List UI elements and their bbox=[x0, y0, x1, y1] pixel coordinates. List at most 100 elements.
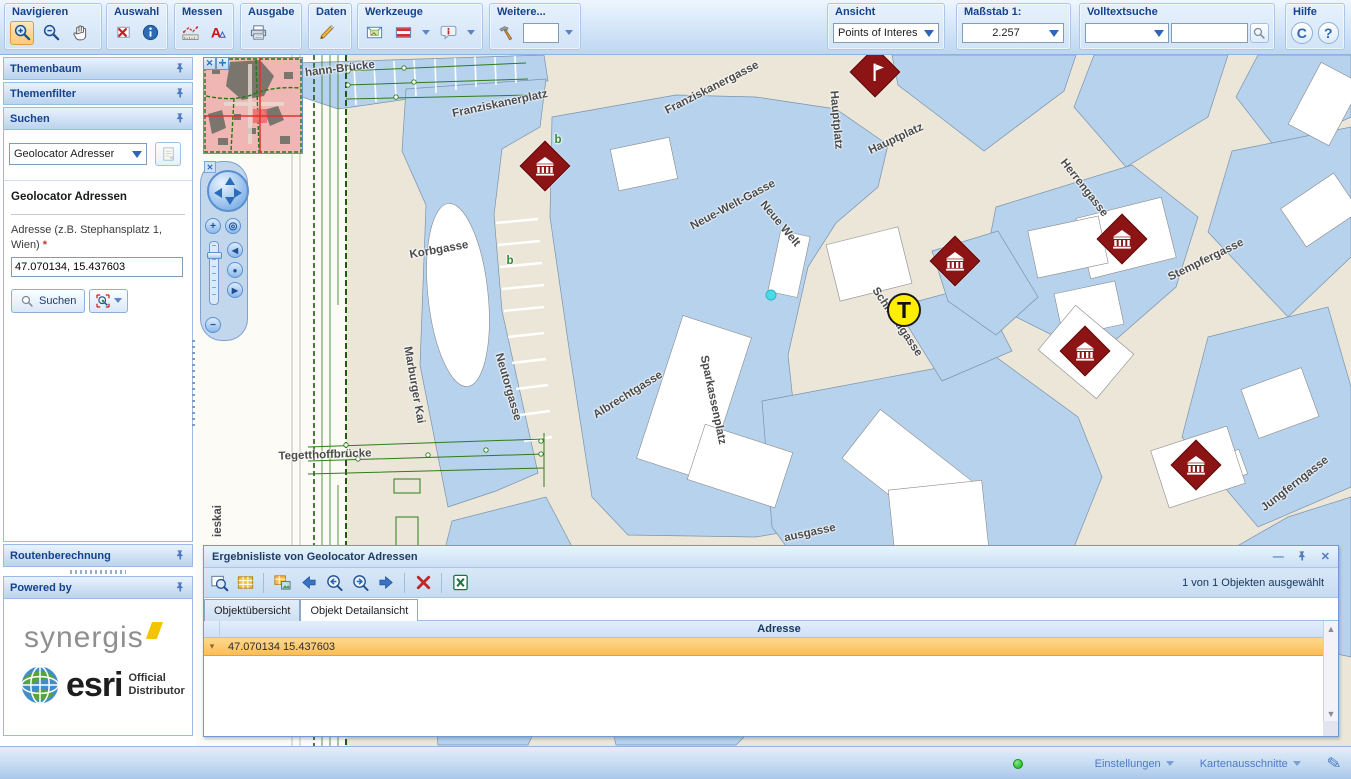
fulltext-category-select[interactable] bbox=[1085, 23, 1169, 43]
map-tip-button[interactable] bbox=[437, 21, 461, 45]
pan-east-icon[interactable] bbox=[234, 188, 242, 198]
tools-button[interactable] bbox=[495, 21, 518, 45]
overview-close-button[interactable]: ✕ bbox=[203, 57, 216, 70]
group-label: Hilfe bbox=[1286, 4, 1344, 18]
taxi-marker[interactable]: T bbox=[887, 293, 921, 327]
column-header-adresse[interactable]: Adresse bbox=[220, 621, 1338, 637]
view-select[interactable]: Points of Interes bbox=[833, 23, 939, 43]
table-and-map-button[interactable] bbox=[271, 572, 293, 594]
sidebar-item-themenbaum[interactable]: Themenbaum bbox=[3, 57, 193, 80]
measure-button[interactable] bbox=[180, 21, 202, 45]
sidebar-item-themenfilter[interactable]: Themenfilter bbox=[3, 82, 193, 105]
edit-data-button[interactable] bbox=[314, 21, 338, 45]
copyright-button[interactable]: C bbox=[1291, 22, 1313, 44]
zoom-next-object-button[interactable] bbox=[349, 572, 371, 594]
group-ansicht: Ansicht Points of Interes bbox=[827, 3, 945, 50]
tab-objekt-detailansicht[interactable]: Objekt Detailansicht bbox=[300, 599, 418, 621]
scale-combobox[interactable]: 2.257 bbox=[962, 23, 1064, 43]
remove-result-button[interactable] bbox=[412, 572, 434, 594]
pin-icon[interactable] bbox=[175, 582, 186, 593]
overview-map[interactable]: ✕ ✛ bbox=[203, 57, 303, 154]
address-input[interactable] bbox=[11, 257, 183, 277]
results-title-bar[interactable]: Ergebnisliste von Geolocator Adressen — … bbox=[204, 546, 1338, 568]
search-type-select[interactable]: Geolocator Adresser bbox=[9, 143, 147, 165]
export-excel-button[interactable] bbox=[449, 572, 471, 594]
map-tip-dropdown-button[interactable] bbox=[465, 22, 477, 44]
row-expander-icon[interactable]: ▾ bbox=[204, 641, 220, 652]
pin-icon[interactable] bbox=[175, 88, 186, 99]
fulltext-search-button[interactable] bbox=[1250, 23, 1269, 43]
powered-by-panel: synergis esri OfficialDistributor bbox=[3, 599, 193, 736]
last-object-button[interactable] bbox=[375, 572, 397, 594]
table-row[interactable]: ▾ 47.070134 15.437603 bbox=[204, 638, 1324, 656]
show-table-button[interactable] bbox=[234, 572, 256, 594]
panel-drag-handle[interactable] bbox=[70, 570, 126, 574]
zoom-in-button[interactable] bbox=[10, 21, 34, 45]
pan-button[interactable] bbox=[68, 21, 92, 45]
sidebar-item-suchen[interactable]: Suchen bbox=[3, 107, 193, 130]
scroll-up-icon[interactable]: ▲ bbox=[1324, 621, 1338, 636]
overview-move-button[interactable]: ✛ bbox=[216, 57, 229, 70]
group-navigieren: Navigieren bbox=[4, 3, 102, 50]
pin-icon[interactable] bbox=[175, 113, 186, 124]
weitere-dropdown-button[interactable] bbox=[564, 22, 575, 44]
identify-button[interactable] bbox=[140, 21, 163, 45]
language-dropdown-button[interactable] bbox=[420, 22, 432, 44]
zoom-in-icon bbox=[13, 23, 32, 42]
pan-compass[interactable] bbox=[207, 170, 249, 212]
zoom-to-selection-button[interactable] bbox=[208, 572, 230, 594]
close-icon[interactable]: ✕ bbox=[1321, 550, 1330, 563]
tab-label: Objekt Detailansicht bbox=[310, 605, 408, 617]
fulltext-search-input[interactable] bbox=[1171, 23, 1248, 43]
send-map-button[interactable] bbox=[363, 21, 387, 45]
search-type-value: Geolocator Adresser bbox=[14, 148, 114, 160]
svg-text:A: A bbox=[211, 26, 221, 42]
table-scrollbar[interactable]: ▲ ▼ bbox=[1323, 621, 1338, 721]
zoom-out-button[interactable] bbox=[39, 21, 63, 45]
help-button[interactable]: ? bbox=[1318, 22, 1340, 44]
einstellungen-menu[interactable]: Einstellungen bbox=[1095, 758, 1174, 770]
required-asterisk: * bbox=[43, 239, 47, 251]
pin-icon[interactable] bbox=[1297, 551, 1308, 562]
pan-north-icon[interactable] bbox=[225, 177, 235, 185]
print-button[interactable] bbox=[246, 21, 270, 45]
tab-objektuebersicht[interactable]: Objektübersicht bbox=[204, 599, 300, 621]
pen-icon[interactable]: ✎ bbox=[1325, 753, 1342, 775]
zoom-slider[interactable] bbox=[209, 241, 219, 305]
default-extent-button[interactable]: ● bbox=[227, 262, 243, 278]
sidebar-item-routenberechnung[interactable]: Routenberechnung bbox=[3, 544, 193, 567]
zoom-previous-object-button[interactable] bbox=[323, 572, 345, 594]
search-submit-button[interactable]: Suchen bbox=[11, 289, 85, 313]
weitere-select[interactable] bbox=[523, 23, 559, 43]
annotate-text-button[interactable]: A bbox=[207, 21, 229, 45]
search-options-button[interactable] bbox=[89, 289, 128, 313]
zoom-slider-handle[interactable] bbox=[207, 252, 222, 259]
sidebar-item-powered-by[interactable]: Powered by bbox=[3, 576, 193, 599]
zoom-out-slider-button[interactable]: − bbox=[205, 317, 221, 333]
search-icon bbox=[1252, 26, 1266, 40]
navwidget-close-button[interactable]: ✕ bbox=[204, 161, 216, 173]
chevron-down-icon bbox=[467, 30, 475, 35]
minimize-icon[interactable]: — bbox=[1273, 551, 1284, 563]
pin-icon[interactable] bbox=[175, 63, 186, 74]
pin-icon[interactable] bbox=[175, 550, 186, 561]
next-extent-button[interactable]: ▶ bbox=[227, 282, 243, 298]
zoom-in-slider-button[interactable]: + bbox=[205, 218, 221, 234]
scroll-down-icon[interactable]: ▼ bbox=[1324, 706, 1338, 721]
copy-result-button[interactable] bbox=[155, 142, 181, 166]
kartenausschnitte-menu[interactable]: Kartenausschnitte bbox=[1200, 758, 1301, 770]
chevron-down-icon bbox=[1293, 761, 1301, 766]
search-result-point[interactable] bbox=[766, 290, 777, 301]
sidebar-resize-handle[interactable] bbox=[192, 340, 195, 430]
magnifier-next-icon bbox=[351, 573, 370, 592]
envelope-image-icon bbox=[365, 23, 384, 42]
group-label: Daten bbox=[309, 4, 351, 18]
language-button[interactable] bbox=[392, 21, 416, 45]
full-extent-button[interactable]: ◎ bbox=[225, 218, 241, 234]
first-object-button[interactable] bbox=[297, 572, 319, 594]
pan-south-icon[interactable] bbox=[225, 197, 235, 205]
pan-west-icon[interactable] bbox=[214, 188, 222, 198]
toolbar-separator bbox=[441, 573, 442, 593]
previous-extent-button[interactable]: ◀ bbox=[227, 242, 243, 258]
clear-selection-button[interactable] bbox=[112, 21, 135, 45]
